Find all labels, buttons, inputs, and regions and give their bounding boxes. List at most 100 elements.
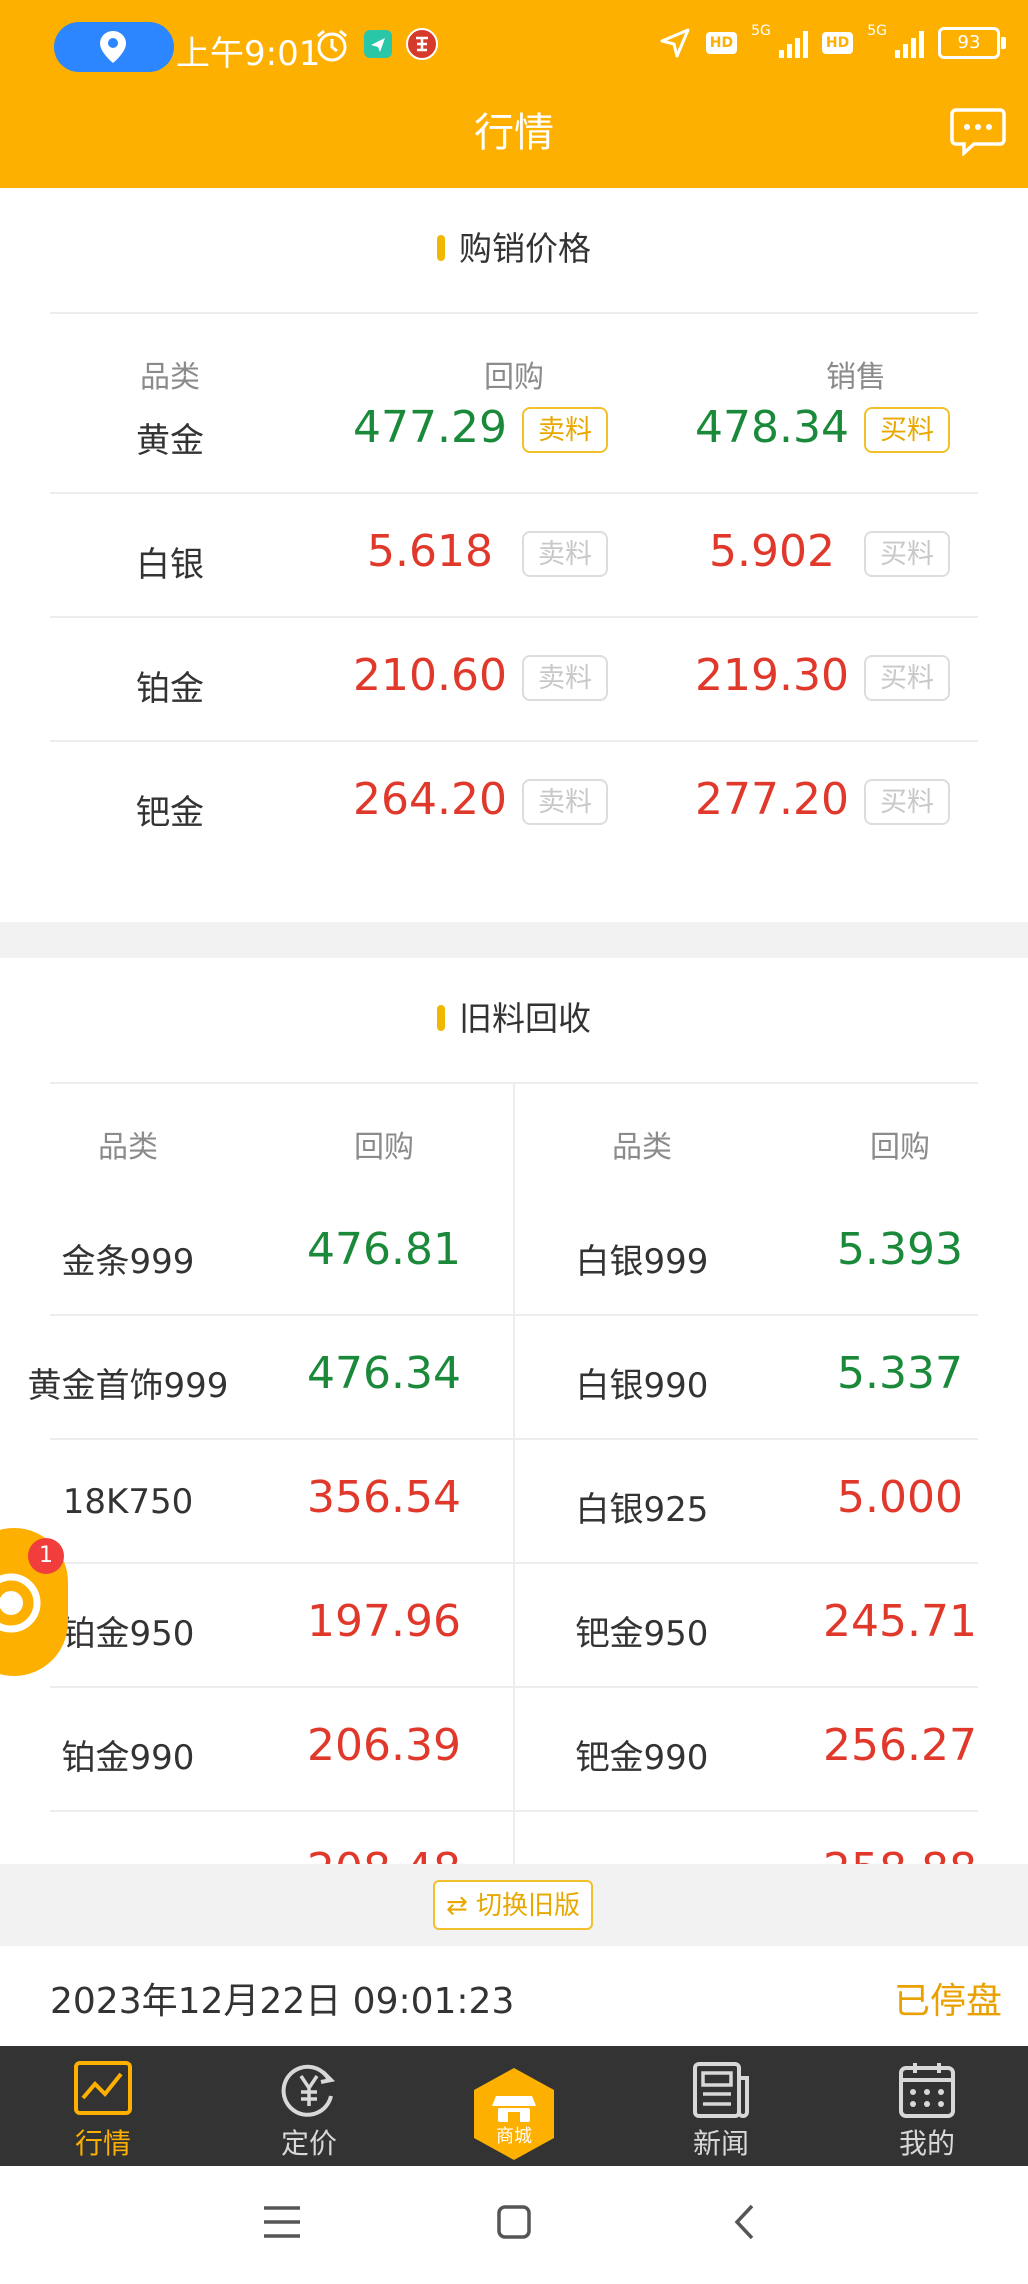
recycle-left-name: 金条999 (61, 1242, 195, 1282)
price-row-sale: 219.30 (695, 650, 849, 701)
recycle-left-price: 476.34 (307, 1348, 461, 1399)
col-header-right-category: 品类 (612, 1130, 672, 1165)
recycle-left-price: 208.48 (284, 1844, 484, 1864)
title-accent-bar (437, 1004, 445, 1031)
tab-label: 行情 (74, 2127, 131, 2160)
divider (50, 312, 978, 314)
price-row-sale: 277.20 (695, 774, 849, 825)
col-header-category: 品类 (140, 360, 200, 395)
col-header-left-category: 品类 (98, 1130, 158, 1165)
back-icon[interactable] (732, 2202, 756, 2242)
tab-label: 商城 (496, 2126, 532, 2147)
signal-icon (778, 28, 808, 58)
recycle-left-price: 197.96 (307, 1596, 461, 1647)
row-divider (50, 1810, 978, 1812)
price-row-sale: 5.902 (709, 526, 835, 577)
home-icon[interactable] (496, 2204, 532, 2240)
navigation-arrow-icon (660, 28, 690, 58)
tab-shop[interactable]: 商城 (470, 2066, 558, 2162)
buy-material-tag[interactable]: 买料 (864, 655, 950, 701)
price-row-buyback: 477.29 (353, 402, 507, 453)
row-divider (50, 1438, 978, 1440)
tab-label: 定价 (280, 2127, 337, 2160)
market-status: 已停盘 (893, 1981, 1002, 2022)
price-section-title: 购销价格 (0, 222, 1028, 270)
sell-material-tag[interactable]: 卖料 (522, 407, 608, 453)
system-nav-bar (0, 2166, 1028, 2284)
message-icon[interactable] (950, 106, 1006, 156)
notification-badge: 1 (28, 1538, 64, 1574)
hd-badge-2: HD (821, 32, 854, 54)
location-pill[interactable] (54, 22, 174, 72)
price-row-buyback: 210.60 (353, 650, 507, 701)
price-row-name: 钯金 (136, 793, 204, 833)
menu-icon[interactable] (262, 2204, 302, 2240)
location-pin-icon (100, 31, 126, 63)
recycle-right-name: 白银990 (575, 1366, 709, 1406)
switch-old-version-button[interactable]: ⇄ 切换旧版 (433, 1880, 593, 1930)
title-accent-bar (437, 234, 445, 261)
page-title: 行情 (474, 110, 554, 156)
tab-mine[interactable]: 我的 (824, 2046, 1028, 2166)
recycle-right-price: 5.337 (837, 1348, 963, 1399)
recycle-right-name: 白银999 (575, 1242, 709, 1282)
row-divider (50, 492, 978, 494)
switch-area: ⇄ 切换旧版 (0, 1866, 1028, 1946)
chart-icon (74, 2061, 132, 2115)
network-label: 5G (751, 23, 771, 39)
status-right: HD 5G HD 5G 93 (658, 23, 1006, 60)
recycle-right-price: 5.393 (837, 1224, 963, 1275)
buy-material-tag[interactable]: 买料 (864, 779, 950, 825)
signal-icon-2 (895, 28, 924, 58)
col-header-right-buyback: 回购 (870, 1130, 930, 1165)
tab-news[interactable]: 新闻 (618, 2046, 824, 2166)
price-row-name: 白银 (136, 545, 204, 585)
col-header-buyback: 回购 (484, 360, 544, 395)
recycle-left-price: 476.81 (307, 1224, 461, 1275)
recycle-right-name: 钯金999 (530, 1854, 754, 1864)
tab-market[interactable]: 行情 (0, 2046, 206, 2166)
recycle-right-name: 钯金950 (575, 1614, 709, 1654)
tab-label: 我的 (898, 2127, 955, 2160)
footer-info: 2023年12月22日 09:01:23 已停盘 (0, 1946, 1028, 2046)
row-divider (50, 1562, 978, 1564)
sell-material-tag[interactable]: 卖料 (522, 779, 608, 825)
battery-icon: 93 (938, 27, 1006, 59)
recycle-left-price: 356.54 (307, 1472, 461, 1523)
sell-material-tag[interactable]: 卖料 (522, 655, 608, 701)
recycle-left-name: 铂金990 (61, 1738, 195, 1778)
price-row-name: 铂金 (136, 669, 204, 709)
row-divider (50, 616, 978, 618)
price-row-buyback: 5.618 (367, 526, 493, 577)
recycle-right-price: 256.27 (823, 1720, 977, 1771)
recycle-card: 旧料回收 品类 回购 品类 回购 金条999 476.81 白银999 5.39… (0, 958, 1028, 1864)
recycle-left-name: 黄金首饰999 (27, 1366, 229, 1406)
buy-material-tag[interactable]: 买料 (864, 531, 950, 577)
hd-badge: HD (705, 32, 738, 54)
status-bar: 上午9:01 HD 5G HD 5G 93 (0, 0, 1028, 96)
network-label-2: 5G (867, 23, 887, 39)
recycle-right-price: 245.71 (823, 1596, 977, 1647)
sell-material-tag[interactable]: 卖料 (522, 531, 608, 577)
app-notify-icon (364, 30, 392, 58)
red-app-icon (406, 28, 438, 60)
recycle-left-price: 206.39 (307, 1720, 461, 1771)
alarm-icon (317, 29, 347, 62)
buy-material-tag[interactable]: 买料 (864, 407, 950, 453)
status-time: 上午9:01 (176, 34, 321, 74)
tab-label: 新闻 (692, 2127, 749, 2160)
price-card: 购销价格 品类 回购 销售 黄金 477.29 卖料 478.34 买料 白银 … (0, 188, 1028, 922)
col-header-left-buyback: 回购 (354, 1130, 414, 1165)
calendar-icon (899, 2063, 955, 2118)
app-header: 上午9:01 HD 5G HD 5G 93 行情 (0, 0, 1028, 188)
recycle-right-name: 钯金990 (575, 1738, 709, 1778)
price-row-sale: 478.34 (695, 402, 849, 453)
row-divider (50, 1686, 978, 1688)
recycle-left-name: 18K750 (62, 1482, 194, 1522)
recycle-right-name: 白银925 (575, 1490, 709, 1530)
tab-pricing[interactable]: 定价 (206, 2046, 412, 2166)
recycle-left-name: 铂金999 (0, 1854, 256, 1864)
news-icon (693, 2062, 749, 2118)
column-separator (513, 1082, 515, 1864)
col-header-sale: 销售 (826, 360, 886, 395)
